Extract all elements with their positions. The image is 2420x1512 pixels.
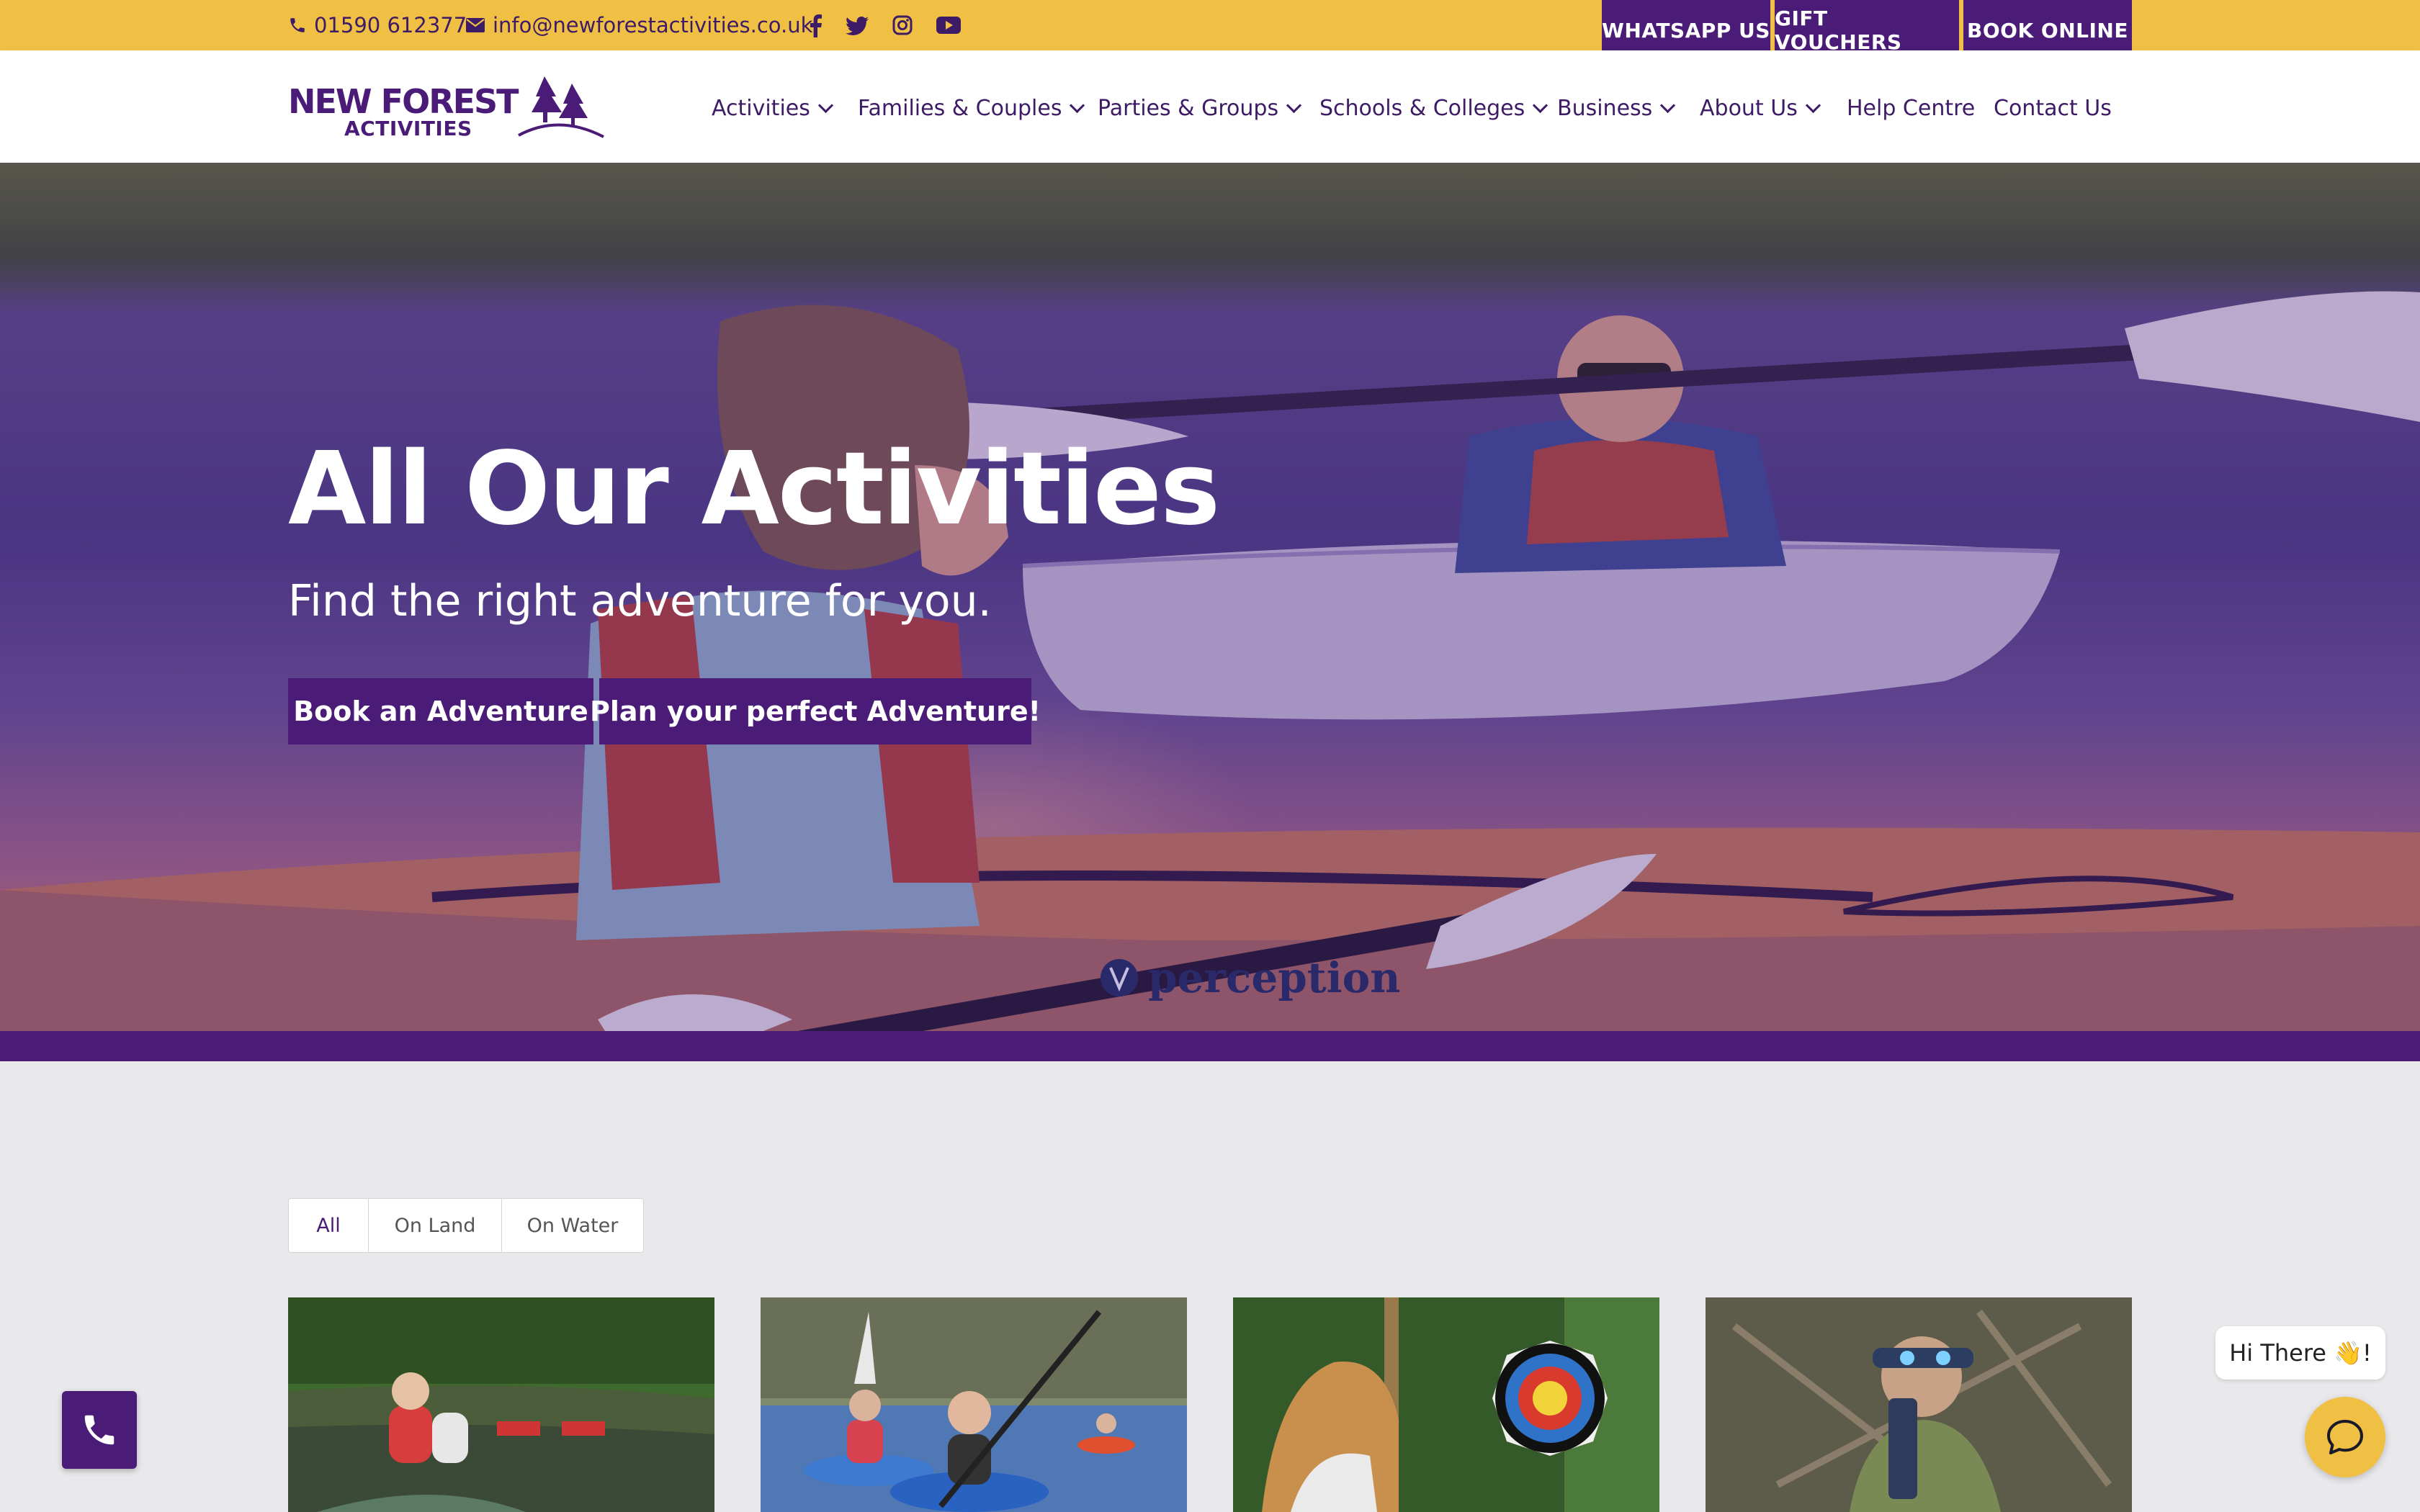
nav-activities[interactable]: Activities (712, 92, 833, 124)
kayak-brand-text: perception (1148, 953, 1401, 1002)
site-logo[interactable]: NEW FOREST ACTIVITIES (288, 72, 605, 141)
activity-filter-tabs: All On Land On Water (288, 1198, 644, 1253)
phone-link[interactable]: 01590 612377 (288, 10, 467, 40)
activity-card[interactable] (288, 1297, 714, 1512)
chevron-down-icon (1660, 97, 1676, 113)
kayak-brand-mark: perception (1099, 953, 1400, 1002)
perception-logo-icon (1101, 959, 1138, 996)
youtube-icon[interactable] (936, 17, 961, 37)
archery-photo (1233, 1297, 1659, 1512)
chevron-down-icon (1533, 97, 1549, 113)
filter-tab-on-land[interactable]: On Land (369, 1199, 502, 1252)
nav-business-label: Business (1557, 95, 1653, 121)
hero-bottom-stripe (0, 1031, 2420, 1061)
activity-card[interactable] (1233, 1297, 1659, 1512)
nav-schools-colleges-label: Schools & Colleges (1319, 95, 1525, 121)
facebook-icon[interactable] (808, 14, 823, 40)
twitter-icon[interactable] (845, 16, 869, 39)
phone-number: 01590 612377 (314, 13, 467, 37)
nav-about-us[interactable]: About Us (1700, 92, 1821, 124)
tree-icon (518, 76, 604, 138)
nav-contact-us[interactable]: Contact Us (1994, 92, 2112, 124)
chevron-down-icon (1286, 97, 1302, 113)
nav-help-centre[interactable]: Help Centre (1847, 92, 1975, 124)
nav-about-us-label: About Us (1700, 95, 1798, 121)
canoeing-photo (288, 1297, 714, 1512)
hero-subtitle: Find the right adventure for you. (288, 576, 992, 626)
chat-launcher-button[interactable] (2305, 1397, 2385, 1477)
nav-parties-groups-label: Parties & Groups (1098, 95, 1279, 121)
activity-card[interactable] (1706, 1297, 2132, 1512)
phone-icon (290, 18, 305, 32)
phone-icon (84, 1415, 115, 1445)
chat-icon (2327, 1420, 2363, 1454)
nav-parties-groups[interactable]: Parties & Groups (1098, 92, 1302, 124)
envelope-icon (466, 18, 485, 32)
nav-contact-us-label: Contact Us (1994, 95, 2112, 121)
nav-business[interactable]: Business (1557, 92, 1676, 124)
nav-families-couples-label: Families & Couples (858, 95, 1062, 121)
nav-schools-colleges[interactable]: Schools & Colleges (1319, 92, 1549, 124)
email-link[interactable]: info@newforestactivities.co.uk (465, 10, 812, 40)
kayaking-photo (761, 1297, 1187, 1512)
plan-adventure-button[interactable]: Plan your perfect Adventure! (590, 678, 1041, 744)
logo-wordmark: NEW FOREST (288, 82, 519, 121)
email-address: info@newforestactivities.co.uk (493, 13, 813, 37)
logo-subtext: ACTIVITIES (344, 117, 472, 140)
activity-card[interactable] (761, 1297, 1187, 1512)
nav-families-couples[interactable]: Families & Couples (858, 92, 1085, 124)
chevron-down-icon (817, 97, 833, 113)
nav-activities-label: Activities (712, 95, 810, 121)
instagram-icon[interactable] (892, 15, 913, 38)
chevron-down-icon (1805, 97, 1821, 113)
call-button[interactable] (62, 1391, 137, 1469)
laser-combat-photo (1706, 1297, 2132, 1512)
chat-greeting-bubble[interactable]: Hi There 👋! (2215, 1326, 2385, 1380)
book-adventure-button[interactable]: Book an Adventure (288, 678, 593, 744)
hero-title: All Our Activities (288, 431, 1220, 548)
chevron-down-icon (1070, 97, 1085, 113)
filter-tab-all[interactable]: All (289, 1199, 369, 1252)
nav-help-centre-label: Help Centre (1847, 95, 1976, 121)
filter-tab-on-water[interactable]: On Water (502, 1199, 643, 1252)
